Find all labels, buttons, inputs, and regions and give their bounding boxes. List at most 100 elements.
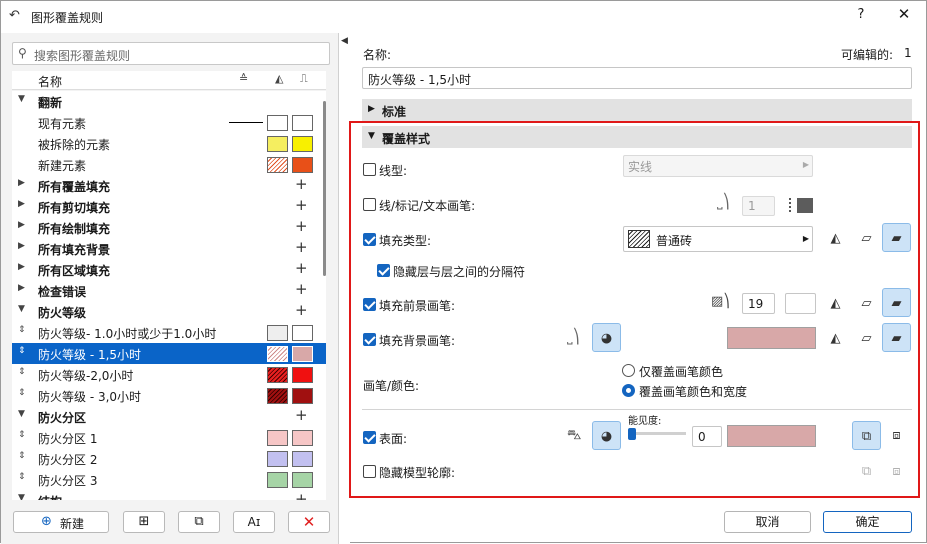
list-item[interactable]: ⇕ 防火分区 3 (12, 469, 326, 490)
color-palette-icon[interactable]: ◕ (592, 421, 621, 450)
fg-pen-number-field[interactable]: 19 (742, 293, 775, 314)
reorder-handle-icon[interactable]: ⇕ (18, 346, 26, 356)
list-item[interactable]: ⇕ 防火等级- 1.0小时或少于1.0小时 (12, 322, 326, 343)
list-item[interactable]: 现有元素 (12, 112, 326, 133)
expand-triangle-icon[interactable]: ▼ (18, 94, 25, 104)
collapse-triangle-icon[interactable]: ▶ (18, 283, 25, 293)
add-icon[interactable]: + (295, 259, 308, 277)
cover-fill-icon[interactable]: ▰ (882, 288, 911, 317)
filltype-dropdown[interactable]: 普通砖 ▶ (623, 226, 813, 252)
fill-column-icon: ◭ (275, 72, 284, 85)
group-row[interactable]: ▼ 翻新 (12, 91, 326, 112)
duplicate-button[interactable]: ⧉ (178, 511, 220, 533)
pen-color-swatch[interactable] (797, 198, 813, 213)
color-only-radio[interactable] (622, 364, 635, 377)
add-icon[interactable]: + (295, 490, 308, 500)
linetype-dropdown[interactable]: 实线 ▶ (623, 155, 813, 177)
delete-button[interactable]: ✕ (288, 511, 330, 533)
filltype-checkbox[interactable] (363, 233, 376, 246)
list-item-selected[interactable]: ⇕ 防火等级 - 1,5小时 (12, 343, 326, 364)
add-icon[interactable]: + (295, 280, 308, 298)
search-box[interactable]: ⚲ 搜索图形覆盖规则 (12, 42, 330, 65)
reorder-handle-icon[interactable]: ⇕ (18, 388, 26, 398)
new-folder-button[interactable]: ⊞ (123, 511, 165, 533)
new-button[interactable]: ⊕ 新建 (13, 511, 109, 533)
add-icon[interactable]: + (295, 238, 308, 256)
surface-color-swatch[interactable] (727, 425, 816, 447)
collapse-triangle-icon[interactable]: ▶ (18, 241, 25, 251)
hide-contour-checkbox[interactable] (363, 465, 376, 478)
add-icon[interactable]: + (295, 406, 308, 424)
linetype-checkbox[interactable] (363, 163, 376, 176)
contour-option-icon[interactable]: ⧈ (882, 457, 911, 486)
group-row[interactable]: ▼ 防火等级 + (12, 301, 326, 322)
list-item[interactable]: ⇕ 防火等级-2,0小时 (12, 364, 326, 385)
collapse-triangle-icon[interactable]: ▶ (18, 262, 25, 272)
cut-fill-icon[interactable]: ◭ (821, 324, 850, 353)
close-button[interactable]: ✕ (887, 5, 921, 27)
cut-fill-icon[interactable]: ◭ (821, 289, 850, 318)
group-row[interactable]: ▶ 所有剪切填充 + (12, 196, 326, 217)
transparency-slider-thumb[interactable] (628, 428, 636, 440)
cancel-button[interactable]: 取消 (724, 511, 811, 533)
collapse-panel-icon[interactable]: ◀ (341, 36, 348, 46)
collapse-triangle-icon[interactable]: ▶ (18, 199, 25, 209)
help-button[interactable]: ? (846, 7, 876, 27)
group-row[interactable]: ▶ 检查错误 + (12, 280, 326, 301)
surface-checkbox[interactable] (363, 431, 376, 444)
cut-fill-icon[interactable]: ◭ (821, 224, 850, 253)
reorder-handle-icon[interactable]: ⇕ (18, 472, 26, 482)
surface-material-icon[interactable]: ⧈ (882, 421, 911, 450)
list-scrollbar[interactable] (323, 101, 326, 276)
drafting-fill-icon[interactable]: ▱ (852, 289, 881, 318)
group-row[interactable]: ▶ 所有区域填充 + (12, 259, 326, 280)
section-override-style[interactable]: ▼ 覆盖样式 (362, 126, 912, 148)
reorder-handle-icon[interactable]: ⇕ (18, 367, 26, 377)
group-row[interactable]: ▶ 所有覆盖填充 + (12, 175, 326, 196)
add-icon[interactable]: + (295, 196, 308, 214)
list-item[interactable]: ⇕ 防火分区 1 (12, 427, 326, 448)
group-row[interactable]: ▶ 所有填充背景 + (12, 238, 326, 259)
ok-button[interactable]: 确定 (823, 511, 912, 533)
section-standard[interactable]: ▶ 标准 (362, 99, 912, 121)
collapse-triangle-icon[interactable]: ▶ (18, 220, 25, 230)
list-item[interactable]: 被拆除的元素 (12, 133, 326, 154)
drafting-fill-icon[interactable]: ▱ (852, 224, 881, 253)
group-row[interactable]: ▶ 所有绘制填充 + (12, 217, 326, 238)
search-input[interactable]: 搜索图形覆盖规则 (34, 47, 130, 64)
surface-override-icon[interactable]: ⧉ (852, 421, 881, 450)
group-row[interactable]: ▼ 防火分区 + (12, 406, 326, 427)
reorder-handle-icon[interactable]: ⇕ (18, 430, 26, 440)
expand-triangle-icon[interactable]: ▼ (18, 493, 25, 500)
color-width-radio[interactable] (622, 384, 635, 397)
rule-name-field[interactable]: 防火等级 - 1,5小时 (362, 67, 912, 89)
list-item[interactable]: 新建元素 (12, 154, 326, 175)
reorder-handle-icon[interactable]: ⇕ (18, 325, 26, 335)
rename-button[interactable]: Aɪ (233, 511, 275, 533)
reorder-handle-icon[interactable]: ⇕ (18, 451, 26, 461)
group-row[interactable]: ▼ 结构 + (12, 490, 326, 500)
add-icon[interactable]: + (295, 217, 308, 235)
bg-color-swatch[interactable] (727, 327, 816, 349)
transparency-field[interactable]: 0 (692, 426, 722, 447)
pen-checkbox[interactable] (363, 198, 376, 211)
row-label: 结构 (38, 493, 62, 500)
expand-triangle-icon[interactable]: ▼ (18, 409, 25, 419)
cover-fill-icon[interactable]: ▰ (882, 223, 911, 252)
fg-pen-checkbox[interactable] (363, 298, 376, 311)
add-icon[interactable]: + (295, 175, 308, 193)
expand-triangle-icon[interactable]: ▼ (18, 304, 25, 314)
fg-pen-color-swatch[interactable] (785, 293, 816, 314)
drafting-fill-icon[interactable]: ▱ (852, 324, 881, 353)
contour-option-icon[interactable]: ⧉ (852, 457, 881, 486)
collapse-triangle-icon[interactable]: ▶ (18, 178, 25, 188)
list-item[interactable]: ⇕ 防火等级 - 3,0小时 (12, 385, 326, 406)
pen-number-field[interactable]: 1 (742, 196, 775, 216)
add-icon[interactable]: + (295, 301, 308, 319)
cover-fill-icon[interactable]: ▰ (882, 323, 911, 352)
bg-pen-checkbox[interactable] (363, 333, 376, 346)
transparency-slider-track[interactable] (628, 432, 686, 435)
color-palette-icon[interactable]: ◕ (592, 323, 621, 352)
hide-separator-checkbox[interactable] (377, 264, 390, 277)
list-item[interactable]: ⇕ 防火分区 2 (12, 448, 326, 469)
